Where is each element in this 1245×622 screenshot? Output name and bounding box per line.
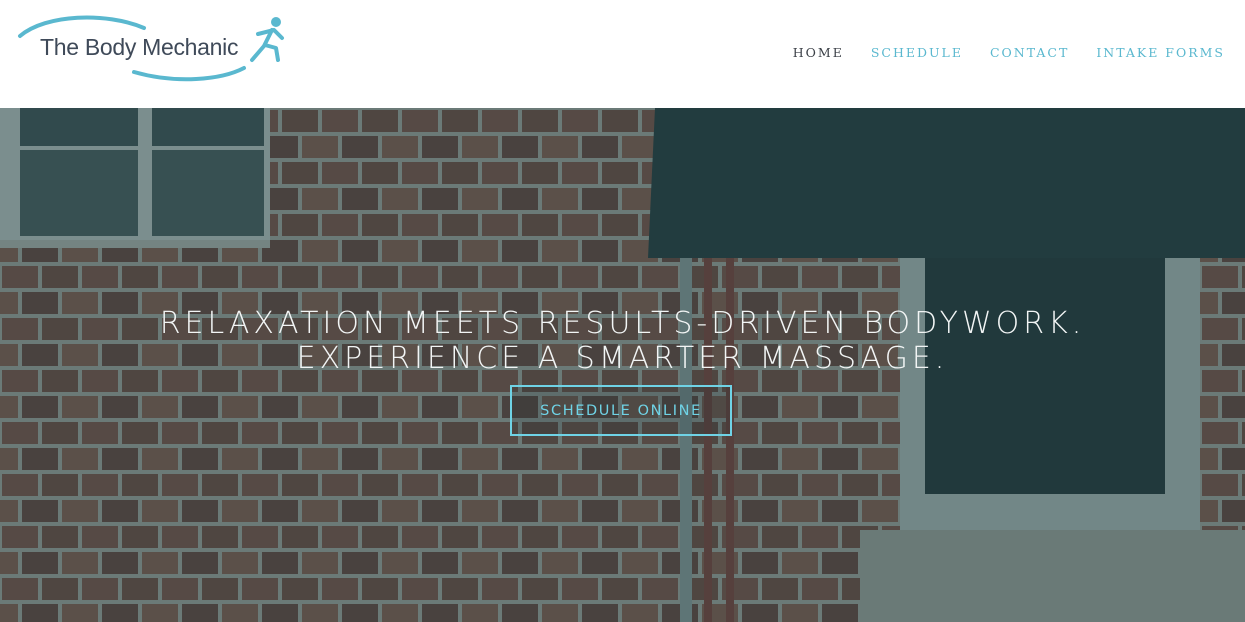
nav-item-schedule[interactable]: SCHEDULE	[871, 45, 963, 60]
nav-item-home[interactable]: HOME	[793, 45, 844, 60]
site-logo[interactable]: The Body Mechanic	[16, 14, 286, 90]
schedule-online-button[interactable]: SCHEDULE ONLINE	[510, 385, 732, 436]
running-figure-icon	[250, 17, 284, 62]
main-navigation: HOME SCHEDULE CONTACT INTAKE FORMS	[766, 45, 1225, 60]
hero-headline-line1: RELAXATION MEETS RESULTS-DRIVEN BODYWORK…	[159, 306, 1086, 342]
hero-headline-line2: EXPERIENCE A SMARTER MASSAGE.	[296, 341, 949, 377]
nav-item-contact[interactable]: CONTACT	[990, 45, 1069, 60]
logo-wordmark: The Body Mechanic	[40, 34, 239, 60]
hero-banner: RELAXATION MEETS RESULTS-DRIVEN BODYWORK…	[0, 108, 1245, 622]
nav-item-intake-forms[interactable]: INTAKE FORMS	[1096, 45, 1225, 60]
hero-headline: RELAXATION MEETS RESULTS-DRIVEN BODYWORK…	[0, 306, 1245, 376]
site-header: The Body Mechanic HOME SCHEDULE CONTACT …	[0, 0, 1245, 108]
